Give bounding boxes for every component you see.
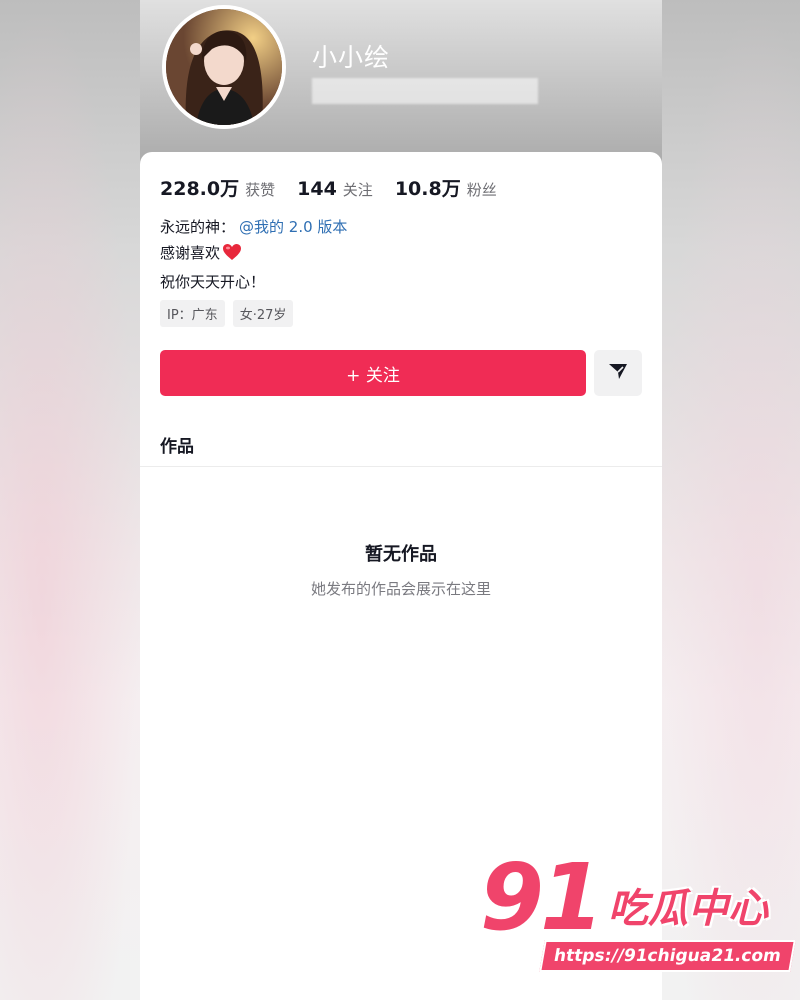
bio-line-3: 祝你天天开心！ xyxy=(160,273,266,291)
follow-button[interactable]: + 关注 xyxy=(160,350,586,396)
stat-following-value: 144 xyxy=(297,178,337,200)
section-divider xyxy=(140,466,662,467)
watermark-url: https://91chigua21.com xyxy=(539,940,796,972)
stat-likes-value: 228.0万 xyxy=(160,178,240,200)
stat-followers-value: 10.8万 xyxy=(394,178,461,200)
avatar[interactable] xyxy=(162,5,286,129)
bio-line-2: 感谢喜欢 xyxy=(160,240,347,269)
tab-works[interactable]: 作品 xyxy=(160,432,194,457)
profile-tags: IP：广东 女·27岁 xyxy=(160,300,301,327)
stat-followers-label: 粉丝 xyxy=(466,181,497,199)
empty-state-subtitle: 她发布的作品会展示在这里 xyxy=(310,580,491,598)
tag-ip-location: IP：广东 xyxy=(160,300,225,327)
stat-likes-label: 获赞 xyxy=(245,181,276,199)
profile-nickname: 小小绘 xyxy=(312,43,391,72)
stat-followers[interactable]: 10.8万 粉丝 xyxy=(395,174,497,201)
account-id-redacted xyxy=(312,78,538,104)
stat-following-label: 关注 xyxy=(342,181,373,199)
heart-icon xyxy=(222,243,242,269)
bio-line-1-prefix: 永远的神： xyxy=(160,218,236,236)
profile-bio: 永远的神： @我的 2.0 版本 感谢喜欢 祝你天天开心！ xyxy=(160,214,347,295)
empty-state-title: 暂无作品 xyxy=(365,544,437,565)
watermark-number: 91 xyxy=(480,844,604,951)
send-icon xyxy=(608,362,628,384)
tag-gender-age: 女·27岁 xyxy=(232,300,294,327)
bio-line-2-text: 感谢喜欢 xyxy=(160,244,221,262)
send-message-button[interactable] xyxy=(594,350,642,396)
bio-mention-link[interactable]: @我的 2.0 版本 xyxy=(239,218,347,236)
watermark: 91 吃瓜中心 https://91chigua21.com xyxy=(480,844,796,982)
bio-line-1: 永远的神： @我的 2.0 版本 xyxy=(160,214,347,240)
stat-likes[interactable]: 228.0万 获赞 xyxy=(160,174,275,201)
profile-stats: 228.0万 获赞 144 关注 10.8万 粉丝 xyxy=(160,174,519,201)
watermark-brand: 吃瓜中心 xyxy=(608,886,768,932)
stat-following[interactable]: 144 关注 xyxy=(297,178,373,200)
background-glow-right xyxy=(660,0,800,1000)
avatar-photo-icon xyxy=(166,9,282,125)
background-glow-left xyxy=(0,0,140,1000)
